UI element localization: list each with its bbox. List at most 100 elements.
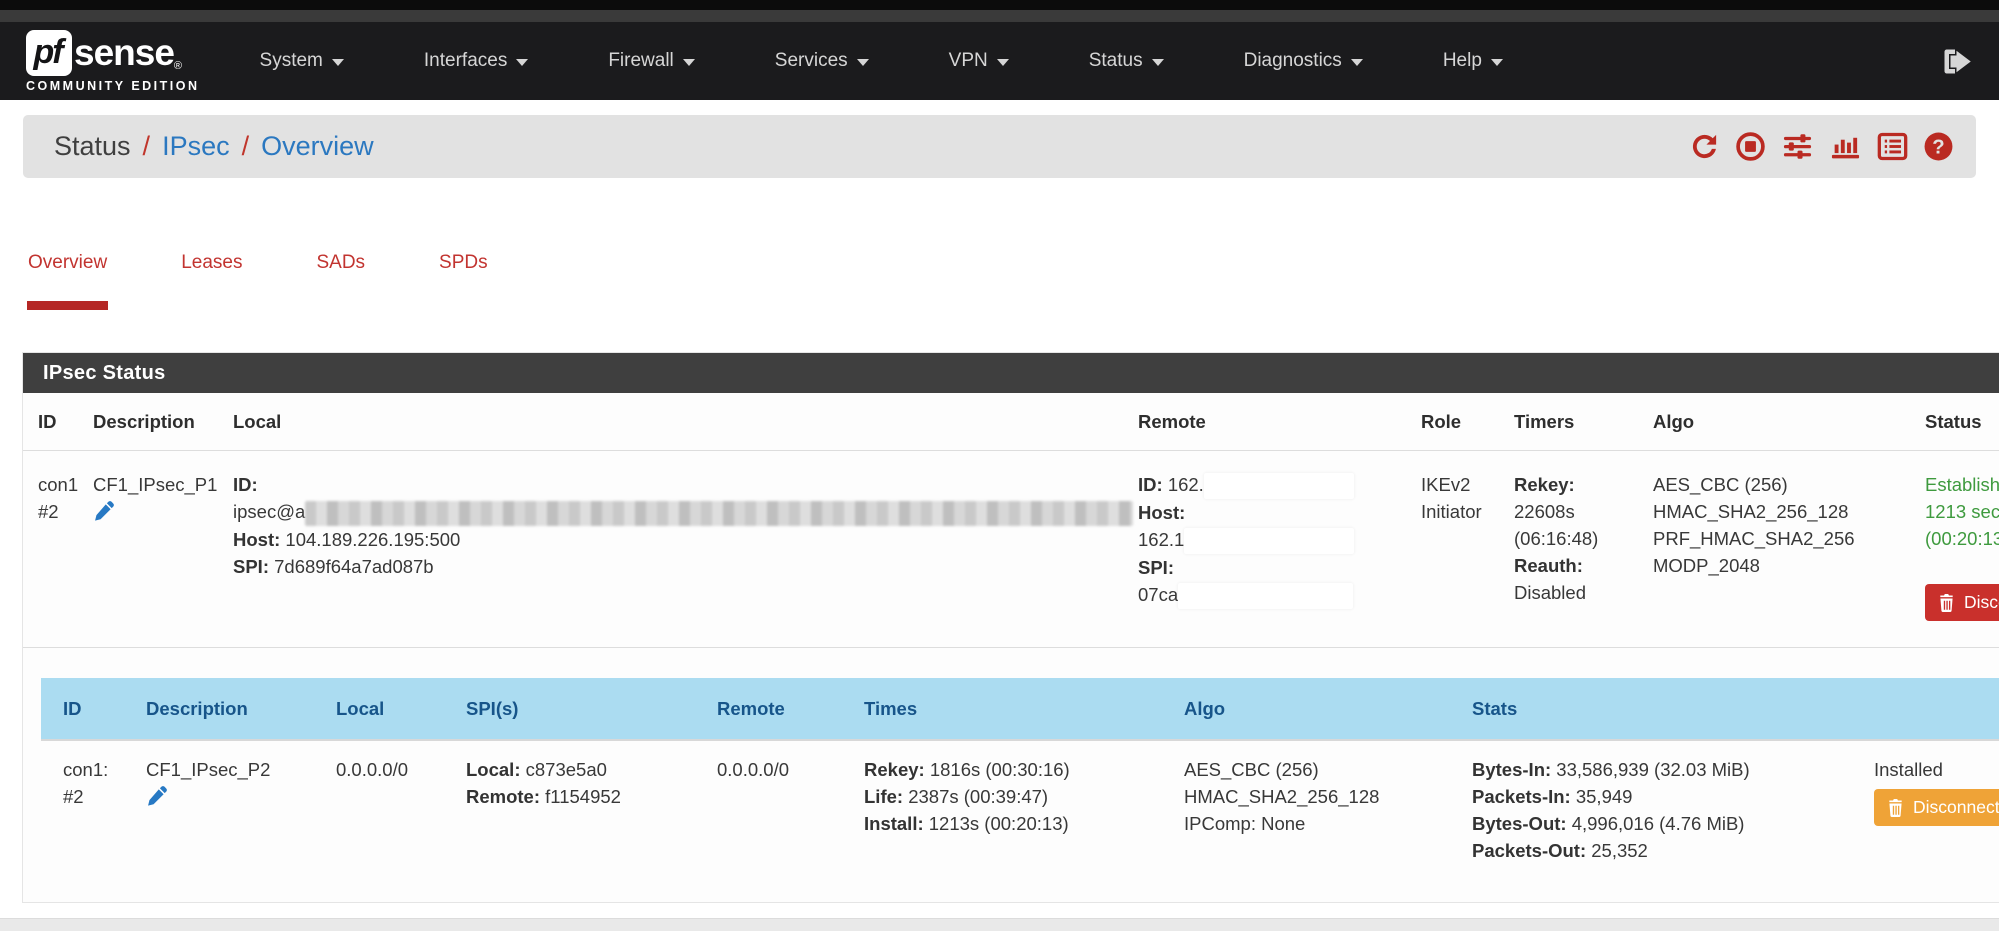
p1-algo-cell: AES_CBC (256) HMAC_SHA2_256_128 PRF_HMAC…: [1638, 451, 1910, 648]
col-status: Status: [1910, 393, 1999, 451]
col-algo: Algo: [1169, 678, 1457, 740]
col-actions: [1859, 678, 1999, 740]
tab-spds[interactable]: SPDs: [438, 252, 489, 310]
tab-overview[interactable]: Overview: [27, 252, 108, 310]
window-top-strip: [0, 0, 1999, 10]
bar-chart-icon[interactable]: [1829, 131, 1862, 162]
trash-icon: [1887, 799, 1904, 817]
nav-item-system[interactable]: System: [260, 50, 344, 72]
pf-logo-box: pf: [26, 30, 72, 76]
breadcrumb-bar: Status / IPsec / Overview: [23, 115, 1976, 178]
panel-title: IPsec Status: [23, 353, 1999, 393]
breadcrumb-separator: /: [143, 131, 151, 162]
breadcrumb-link-ipsec[interactable]: IPsec: [162, 131, 230, 162]
col-remote: Remote: [1123, 393, 1406, 451]
logo-subtitle: COMMUNITY EDITION: [26, 79, 200, 93]
redacted-blur-block: [305, 501, 1133, 526]
col-local: Local: [321, 678, 451, 740]
p1-id-cell: con1#2: [23, 451, 78, 648]
col-id: ID: [41, 678, 131, 740]
col-timers: Timers: [1499, 393, 1638, 451]
p1-table-row: con1#2 CF1_IPsec_P1 ID: ipsec@a Host: 10…: [23, 451, 1999, 648]
p2-algo-cell: AES_CBC (256) HMAC_SHA2_256_128 IPComp: …: [1169, 740, 1457, 888]
status-established-text: Established: [1925, 471, 1999, 498]
p2-description-cell: CF1_IPsec_P2: [131, 740, 321, 888]
chevron-down-icon: [516, 59, 528, 66]
p1-timers-cell: Rekey: 22608s (06:16:48) Reauth: Disable…: [1499, 451, 1638, 648]
installed-status-text: Installed: [1874, 756, 1999, 783]
trash-icon: [1938, 594, 1955, 612]
chevron-down-icon: [1152, 59, 1164, 66]
p2-times-cell: Rekey: 1816s (00:30:16) Life: 2387s (00:…: [849, 740, 1169, 888]
page-footer-strip: [0, 918, 1999, 931]
status-uptime-text: 1213 seconds: [1925, 498, 1999, 525]
col-role: Role: [1406, 393, 1499, 451]
edit-pencil-icon[interactable]: [146, 785, 168, 814]
col-description: Description: [131, 678, 321, 740]
edit-pencil-icon[interactable]: [93, 500, 115, 529]
refresh-icon[interactable]: [1689, 131, 1720, 162]
p2-stats-cell: Bytes-In: 33,586,939 (32.03 MiB) Packets…: [1457, 740, 1859, 888]
p1-status-cell: Established 1213 seconds (00:20:13) Disc…: [1910, 451, 1999, 648]
ipsec-status-panel: IPsec Status ID Description Local Remote…: [22, 352, 1999, 903]
nav-item-diagnostics[interactable]: Diagnostics: [1244, 50, 1363, 72]
col-algo: Algo: [1638, 393, 1910, 451]
tab-sads[interactable]: SADs: [315, 252, 366, 310]
nav-item-services[interactable]: Services: [775, 50, 869, 72]
p2-local-cell: 0.0.0.0/0: [321, 740, 451, 888]
col-description: Description: [78, 393, 218, 451]
chevron-down-icon: [857, 59, 869, 66]
main-navbar: pf sense ® COMMUNITY EDITION System Inte…: [0, 22, 1999, 100]
pfsense-logo[interactable]: pf sense ® COMMUNITY EDITION: [26, 30, 200, 93]
p2-table-row: con1:#2 CF1_IPsec_P2 0.0.0.0/0 Local: c8…: [41, 740, 1999, 888]
p1-description-cell: CF1_IPsec_P1: [78, 451, 218, 648]
nav-menu: System Interfaces Firewall Services VPN …: [260, 50, 1503, 72]
tab-leases[interactable]: Leases: [180, 252, 243, 310]
logo-registered-mark: ®: [174, 60, 182, 72]
log-list-icon[interactable]: [1877, 131, 1908, 162]
logo-pf-text: pf: [33, 33, 64, 72]
p2-remote-cell: 0.0.0.0/0: [702, 740, 849, 888]
col-stats: Stats: [1457, 678, 1859, 740]
nav-item-vpn[interactable]: VPN: [949, 50, 1009, 72]
col-spis: SPI(s): [451, 678, 702, 740]
ipsec-p1-table: ID Description Local Remote Role Timers …: [23, 393, 1999, 648]
p2-actions-cell: Installed Disconnect: [1859, 740, 1999, 888]
p1-remote-cell: ID: 162. Host: 162.1 SPI: 07ca: [1123, 451, 1406, 648]
nav-item-status[interactable]: Status: [1089, 50, 1164, 72]
ipsec-p2-table: ID Description Local SPI(s) Remote Times…: [41, 678, 1999, 888]
chevron-down-icon: [683, 59, 695, 66]
status-tabs: Overview Leases SADs SPDs: [27, 252, 1999, 310]
redacted-white-block: [1204, 473, 1354, 499]
stop-icon[interactable]: [1735, 131, 1766, 162]
chevron-down-icon: [1491, 59, 1503, 66]
breadcrumb-separator: /: [242, 131, 250, 162]
redacted-white-block: [1184, 528, 1354, 554]
chevron-down-icon: [1351, 59, 1363, 66]
logo-sense-text: sense: [74, 32, 174, 74]
breadcrumb-root: Status: [54, 131, 131, 162]
svg-text:?: ?: [1932, 136, 1944, 158]
nav-item-firewall[interactable]: Firewall: [608, 50, 694, 72]
sliders-icon[interactable]: [1781, 131, 1814, 162]
breadcrumb: Status / IPsec / Overview: [54, 131, 374, 162]
status-uptime-clock: (00:20:13): [1925, 525, 1999, 552]
p1-header-row: ID Description Local Remote Role Timers …: [23, 393, 1999, 451]
col-times: Times: [849, 678, 1169, 740]
help-icon[interactable]: ?: [1923, 131, 1954, 162]
col-local: Local: [218, 393, 1123, 451]
p2-spis-cell: Local: c873e5a0 Remote: f1154952: [451, 740, 702, 888]
breadcrumb-link-overview[interactable]: Overview: [261, 131, 374, 162]
p2-header-row: ID Description Local SPI(s) Remote Times…: [41, 678, 1999, 740]
disconnect-p2-button[interactable]: Disconnect: [1874, 789, 1999, 826]
p1-role-cell: IKEv2Initiator: [1406, 451, 1499, 648]
p2-id-cell: con1:#2: [41, 740, 131, 888]
window-title-strip: [0, 10, 1999, 22]
disconnect-p1-button[interactable]: Disconnect: [1925, 584, 1999, 621]
col-remote: Remote: [702, 678, 849, 740]
nav-item-interfaces[interactable]: Interfaces: [424, 50, 528, 72]
chevron-down-icon: [997, 59, 1009, 66]
sign-out-icon[interactable]: [1943, 48, 1973, 75]
nav-item-help[interactable]: Help: [1443, 50, 1503, 72]
col-id: ID: [23, 393, 78, 451]
